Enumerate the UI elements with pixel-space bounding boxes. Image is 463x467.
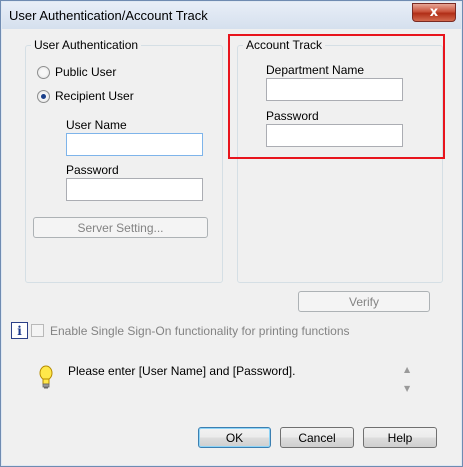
- user-authentication-legend: User Authentication: [31, 38, 142, 52]
- server-setting-button[interactable]: Server Setting...: [33, 217, 208, 238]
- public-user-radio[interactable]: [37, 65, 50, 79]
- user-password-label: Password: [66, 163, 119, 177]
- sso-row: i Enable Single Sign-On functionality fo…: [11, 322, 350, 339]
- info-icon-glyph: i: [17, 323, 22, 338]
- sso-label: Enable Single Sign-On functionality for …: [50, 323, 350, 338]
- close-button[interactable]: x: [412, 3, 456, 22]
- title-bar: User Authentication/Account Track x: [2, 2, 461, 29]
- recipient-user-option[interactable]: Recipient User: [37, 89, 134, 103]
- window-title: User Authentication/Account Track: [9, 8, 208, 23]
- ok-button[interactable]: OK: [198, 427, 271, 448]
- user-authentication-group: User Authentication Public User Recipien…: [25, 38, 223, 283]
- message-text: Please enter [User Name] and [Password].: [68, 364, 296, 378]
- ok-label: OK: [225, 430, 244, 445]
- scroll-down-arrow[interactable]: ▼: [404, 384, 410, 393]
- public-user-option[interactable]: Public User: [37, 65, 116, 79]
- scroll-up-arrow[interactable]: ▲: [404, 365, 410, 374]
- message-panel: Please enter [User Name] and [Password].…: [5, 349, 423, 401]
- user-name-label: User Name: [66, 118, 127, 132]
- server-setting-label: Server Setting...: [77, 220, 164, 235]
- highlight-box: [228, 34, 445, 159]
- help-button[interactable]: Help: [363, 427, 437, 448]
- cancel-label: Cancel: [298, 430, 336, 445]
- verify-label: Verify: [348, 294, 379, 309]
- dialog-body: User Authentication Public User Recipien…: [5, 29, 458, 462]
- user-name-input[interactable]: [66, 133, 203, 156]
- recipient-user-radio[interactable]: [37, 89, 50, 103]
- user-password-input[interactable]: [66, 178, 203, 201]
- verify-button[interactable]: Verify: [298, 291, 430, 312]
- sso-checkbox[interactable]: [31, 324, 44, 337]
- public-user-label: Public User: [55, 65, 117, 79]
- lightbulb-icon: [39, 365, 53, 392]
- close-icon: x: [429, 5, 439, 20]
- cancel-button[interactable]: Cancel: [280, 427, 354, 448]
- recipient-user-label: Recipient User: [55, 89, 134, 103]
- dialog-window: User Authentication/Account Track x User…: [0, 0, 463, 467]
- info-icon[interactable]: i: [11, 322, 28, 339]
- help-label: Help: [387, 430, 413, 445]
